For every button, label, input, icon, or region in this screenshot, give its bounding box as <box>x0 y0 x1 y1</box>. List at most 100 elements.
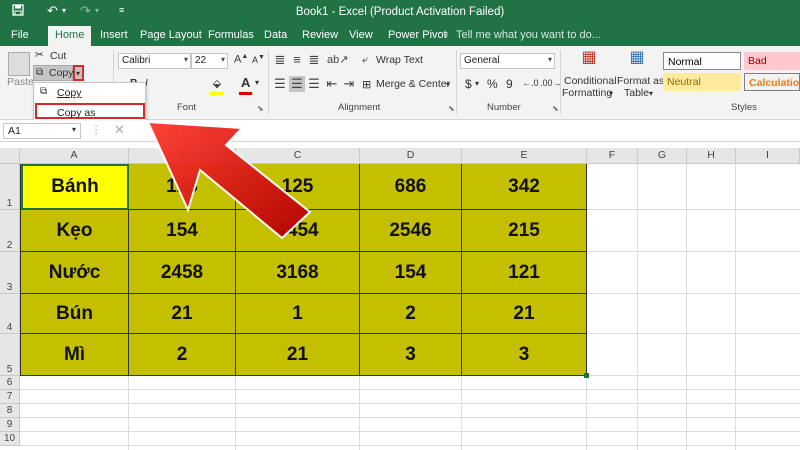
column-header-c[interactable]: C <box>236 148 360 164</box>
alignment-dialog-launcher-icon[interactable]: ⬊ <box>448 104 455 113</box>
copy-button[interactable]: ⧉ Copy <box>33 65 74 81</box>
fx-button[interactable]: fx <box>170 124 178 136</box>
cell-d2[interactable]: 2546 <box>360 210 462 252</box>
column-header-a[interactable]: A <box>20 148 129 164</box>
cell-b2[interactable]: 154 <box>129 210 236 252</box>
tab-file[interactable]: File <box>11 29 29 41</box>
tab-power-pivot[interactable]: Power Pivot <box>388 29 447 41</box>
menu-item-copy[interactable]: Copy <box>37 85 88 101</box>
column-header-f[interactable]: F <box>587 148 638 164</box>
number-format-select[interactable]: General ▾ <box>460 53 555 69</box>
align-bottom-icon[interactable]: ≣ <box>306 52 322 68</box>
column-header-e[interactable]: E <box>462 148 587 164</box>
increase-font-icon[interactable]: A▲ <box>234 53 248 66</box>
cell-d1[interactable]: 686 <box>360 164 462 210</box>
cell-e5[interactable]: 3 <box>462 334 587 376</box>
font-color-button[interactable]: A <box>241 75 250 90</box>
align-right-icon[interactable]: ☰ <box>306 76 322 92</box>
paste-button[interactable]: Paste <box>7 76 34 88</box>
cell-a4[interactable]: Bún <box>21 294 129 334</box>
style-calculation[interactable]: Calculation <box>744 73 800 91</box>
cell-c2[interactable]: 4454 <box>236 210 360 252</box>
cell-c1[interactable]: 125 <box>236 164 360 210</box>
cell-d4[interactable]: 2 <box>360 294 462 334</box>
row-header-8[interactable]: 8 <box>0 404 20 418</box>
conditional-formatting-label-2[interactable]: Formatting <box>562 87 612 99</box>
paste-icon[interactable] <box>8 52 30 76</box>
tab-data[interactable]: Data <box>264 29 287 41</box>
cell-e2[interactable]: 215 <box>462 210 587 252</box>
style-neutral[interactable]: Neutral <box>663 73 741 91</box>
menu-item-copy-as-picture[interactable]: Copy as Picture... <box>35 103 145 131</box>
format-as-table-label-1[interactable]: Format as <box>617 75 664 87</box>
conditional-formatting-dropdown-icon[interactable]: ▾ <box>609 89 613 98</box>
column-header-d[interactable]: D <box>360 148 462 164</box>
cell-a3[interactable]: Nước <box>21 252 129 294</box>
font-dialog-launcher-icon[interactable]: ⬊ <box>257 104 264 113</box>
cell-d3[interactable]: 154 <box>360 252 462 294</box>
format-as-table-label-2[interactable]: Table <box>624 87 649 99</box>
align-middle-icon[interactable]: ≡ <box>289 52 305 68</box>
cell-a2[interactable]: Kẹo <box>21 210 129 252</box>
select-all-button[interactable] <box>0 148 20 164</box>
column-header-g[interactable]: G <box>638 148 687 164</box>
row-header-3[interactable]: 3 <box>0 252 20 294</box>
cell-c4[interactable]: 1 <box>236 294 360 334</box>
formula-input[interactable]: Bánh <box>200 124 225 136</box>
merge-dropdown-icon[interactable]: ▾ <box>446 80 450 89</box>
comma-button[interactable]: 9 <box>506 77 513 91</box>
decrease-indent-icon[interactable]: ⇤ <box>324 76 340 92</box>
tab-review[interactable]: Review <box>302 29 338 41</box>
tab-home[interactable]: Home <box>48 26 92 46</box>
currency-dropdown-icon[interactable]: ▾ <box>475 79 479 88</box>
row-header-2[interactable]: 2 <box>0 210 20 252</box>
fill-color-icon[interactable]: ⬙ <box>209 76 225 92</box>
cancel-icon[interactable]: ✕ <box>114 122 125 138</box>
column-header-h[interactable]: H <box>687 148 736 164</box>
decrease-decimal-icon[interactable]: .00→ <box>540 78 562 88</box>
row-header-6[interactable]: 6 <box>0 376 20 390</box>
tab-view[interactable]: View <box>349 29 373 41</box>
font-size-select[interactable]: 22 ▾ <box>191 53 228 69</box>
cell-e3[interactable]: 121 <box>462 252 587 294</box>
cell-b1[interactable]: 123 <box>129 164 236 210</box>
orientation-icon[interactable]: ab↗ <box>327 52 348 68</box>
name-box-dropdown-icon[interactable]: ▾ <box>72 125 76 134</box>
name-box[interactable]: A1 <box>3 123 81 139</box>
cell-c3[interactable]: 3168 <box>236 252 360 294</box>
cell-e4[interactable]: 21 <box>462 294 587 334</box>
style-bad[interactable]: Bad <box>744 52 800 70</box>
row-header-5[interactable]: 5 <box>0 334 20 376</box>
align-top-icon[interactable]: ≣ <box>272 52 288 68</box>
align-center-icon[interactable]: ☰ <box>289 76 305 92</box>
column-header-i[interactable]: I <box>736 148 800 164</box>
row-header-10[interactable]: 10 <box>0 432 20 446</box>
row-header-9[interactable]: 9 <box>0 418 20 432</box>
fill-handle[interactable] <box>584 373 589 378</box>
row-header-1[interactable]: 1 <box>0 164 20 210</box>
merge-center-button[interactable]: Merge & Center <box>376 78 450 90</box>
row-header-7[interactable]: 7 <box>0 390 20 404</box>
cell-c5[interactable]: 21 <box>236 334 360 376</box>
font-color-dropdown-icon[interactable]: ▾ <box>255 78 259 87</box>
style-normal[interactable]: Normal <box>663 52 741 70</box>
decrease-font-icon[interactable]: A▼ <box>252 54 265 65</box>
wrap-text-button[interactable]: Wrap Text <box>376 54 423 66</box>
number-dialog-launcher-icon[interactable]: ⬊ <box>552 104 559 113</box>
cell-b3[interactable]: 2458 <box>129 252 236 294</box>
conditional-formatting-label-1[interactable]: Conditional <box>564 75 617 87</box>
format-as-table-dropdown-icon[interactable]: ▾ <box>649 89 653 98</box>
cell-b5[interactable]: 2 <box>129 334 236 376</box>
cell-b4[interactable]: 21 <box>129 294 236 334</box>
align-left-icon[interactable]: ☰ <box>272 76 288 92</box>
cut-button[interactable]: Cut <box>50 50 66 62</box>
tab-insert[interactable]: Insert <box>100 29 128 41</box>
copy-dropdown-button[interactable]: ▾ <box>73 65 84 81</box>
currency-button[interactable]: $ <box>465 77 472 91</box>
cell-a5[interactable]: Mì <box>21 334 129 376</box>
tab-page-layout[interactable]: Page Layout <box>140 29 202 41</box>
row-header-4[interactable]: 4 <box>0 294 20 334</box>
font-name-select[interactable]: Calibri ▾ <box>118 53 191 69</box>
cut-icon[interactable]: ✂ <box>35 49 44 61</box>
column-header-b[interactable]: B <box>129 148 236 164</box>
